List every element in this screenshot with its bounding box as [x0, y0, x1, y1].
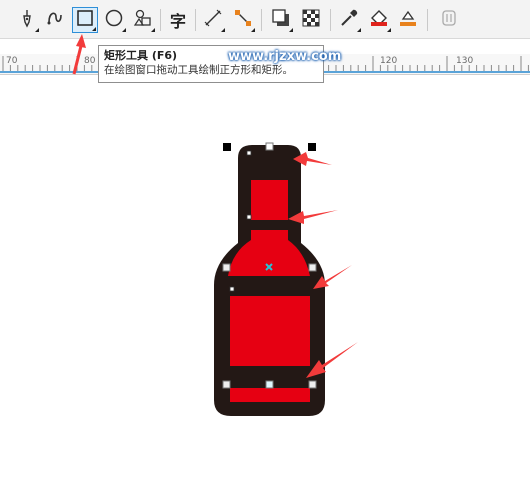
watermark-text: www.rjzxw.com [228, 49, 342, 64]
neck-label [251, 180, 288, 220]
tooltip-description: 在绘图窗口拖动工具绘制正方形和矩形。 [104, 64, 293, 76]
bottom-band [230, 388, 310, 402]
pointer-arrow [72, 34, 86, 75]
main-label [230, 296, 310, 366]
